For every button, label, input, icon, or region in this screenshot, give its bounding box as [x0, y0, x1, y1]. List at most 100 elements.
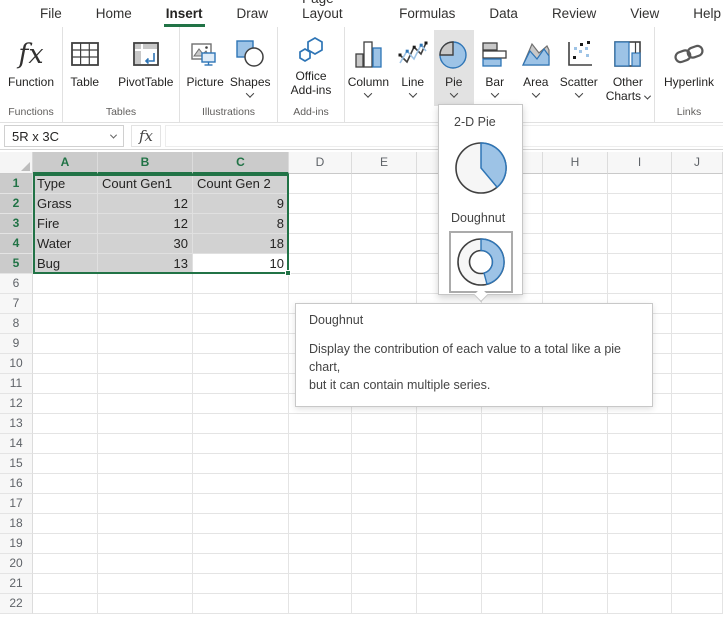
cell-C13[interactable] — [193, 414, 289, 434]
cell-B12[interactable] — [98, 394, 193, 414]
cell-H2[interactable] — [543, 194, 608, 214]
cell-D16[interactable] — [289, 474, 352, 494]
cell-F22[interactable] — [417, 594, 482, 614]
row-header-10[interactable]: 10 — [0, 354, 33, 374]
cell-C4[interactable]: 18 — [193, 234, 289, 254]
cell-C16[interactable] — [193, 474, 289, 494]
cell-A14[interactable] — [33, 434, 98, 454]
cell-F21[interactable] — [417, 574, 482, 594]
cell-J9[interactable] — [672, 334, 723, 354]
function-button[interactable]: fx Function — [2, 30, 60, 89]
cell-J14[interactable] — [672, 434, 723, 454]
cell-J18[interactable] — [672, 514, 723, 534]
cell-J3[interactable] — [672, 214, 723, 234]
cell-I4[interactable] — [608, 234, 672, 254]
cell-G18[interactable] — [482, 514, 543, 534]
insert-function-button[interactable]: fx — [131, 125, 161, 147]
cell-H18[interactable] — [543, 514, 608, 534]
cell-I13[interactable] — [608, 414, 672, 434]
cell-D18[interactable] — [289, 514, 352, 534]
cell-G14[interactable] — [482, 434, 543, 454]
cell-E2[interactable] — [352, 194, 417, 214]
cell-J2[interactable] — [672, 194, 723, 214]
cell-C8[interactable] — [193, 314, 289, 334]
cell-D14[interactable] — [289, 434, 352, 454]
cell-J15[interactable] — [672, 454, 723, 474]
row-header-2[interactable]: 2 — [0, 194, 33, 214]
cell-J21[interactable] — [672, 574, 723, 594]
cell-E3[interactable] — [352, 214, 417, 234]
cell-E18[interactable] — [352, 514, 417, 534]
menu-tab-data[interactable]: Data — [487, 1, 520, 27]
cell-E5[interactable] — [352, 254, 417, 274]
cell-C21[interactable] — [193, 574, 289, 594]
cell-J7[interactable] — [672, 294, 723, 314]
cell-E20[interactable] — [352, 554, 417, 574]
cell-H4[interactable] — [543, 234, 608, 254]
cell-J17[interactable] — [672, 494, 723, 514]
cell-B16[interactable] — [98, 474, 193, 494]
menu-tab-draw[interactable]: Draw — [235, 1, 271, 27]
menu-tab-home[interactable]: Home — [94, 1, 134, 27]
row-header-4[interactable]: 4 — [0, 234, 33, 254]
cell-J19[interactable] — [672, 534, 723, 554]
column-chart-button[interactable]: Column — [345, 30, 392, 101]
cell-F14[interactable] — [417, 434, 482, 454]
row-header-6[interactable]: 6 — [0, 274, 33, 294]
cell-E1[interactable] — [352, 174, 417, 194]
cell-C18[interactable] — [193, 514, 289, 534]
column-header-B[interactable]: B — [98, 152, 193, 174]
name-box[interactable]: 5R x 3C — [4, 125, 124, 147]
row-header-16[interactable]: 16 — [0, 474, 33, 494]
cell-D3[interactable] — [289, 214, 352, 234]
cell-H5[interactable] — [543, 254, 608, 274]
cell-B13[interactable] — [98, 414, 193, 434]
cell-J8[interactable] — [672, 314, 723, 334]
picture-button[interactable]: Picture — [180, 30, 225, 89]
cell-B5[interactable]: 13 — [98, 254, 193, 274]
cell-D6[interactable] — [289, 274, 352, 294]
cell-C5[interactable]: 10 — [193, 254, 289, 274]
cell-I17[interactable] — [608, 494, 672, 514]
cell-J22[interactable] — [672, 594, 723, 614]
cell-J6[interactable] — [672, 274, 723, 294]
cell-F20[interactable] — [417, 554, 482, 574]
cell-J4[interactable] — [672, 234, 723, 254]
cell-H19[interactable] — [543, 534, 608, 554]
cell-H17[interactable] — [543, 494, 608, 514]
cell-C14[interactable] — [193, 434, 289, 454]
cell-A13[interactable] — [33, 414, 98, 434]
cell-B7[interactable] — [98, 294, 193, 314]
cell-A20[interactable] — [33, 554, 98, 574]
cell-J20[interactable] — [672, 554, 723, 574]
row-header-11[interactable]: 11 — [0, 374, 33, 394]
column-header-H[interactable]: H — [543, 152, 608, 174]
cell-C17[interactable] — [193, 494, 289, 514]
cell-D20[interactable] — [289, 554, 352, 574]
cell-A10[interactable] — [33, 354, 98, 374]
cell-I6[interactable] — [608, 274, 672, 294]
cell-B19[interactable] — [98, 534, 193, 554]
cell-C6[interactable] — [193, 274, 289, 294]
cell-A16[interactable] — [33, 474, 98, 494]
column-header-J[interactable]: J — [672, 152, 723, 174]
cell-B2[interactable]: 12 — [98, 194, 193, 214]
cell-D22[interactable] — [289, 594, 352, 614]
row-header-5[interactable]: 5 — [0, 254, 33, 274]
cell-A1[interactable]: Type — [33, 174, 98, 194]
cell-C7[interactable] — [193, 294, 289, 314]
cell-B3[interactable]: 12 — [98, 214, 193, 234]
column-header-I[interactable]: I — [608, 152, 672, 174]
cell-B17[interactable] — [98, 494, 193, 514]
hyperlink-button[interactable]: Hyperlink — [658, 30, 720, 89]
cell-G21[interactable] — [482, 574, 543, 594]
cell-A19[interactable] — [33, 534, 98, 554]
bar-chart-button[interactable]: Bar — [475, 30, 515, 101]
menu-tab-file[interactable]: File — [38, 1, 64, 27]
cell-A7[interactable] — [33, 294, 98, 314]
cell-A22[interactable] — [33, 594, 98, 614]
cell-I21[interactable] — [608, 574, 672, 594]
cell-B15[interactable] — [98, 454, 193, 474]
cell-I15[interactable] — [608, 454, 672, 474]
cell-A6[interactable] — [33, 274, 98, 294]
